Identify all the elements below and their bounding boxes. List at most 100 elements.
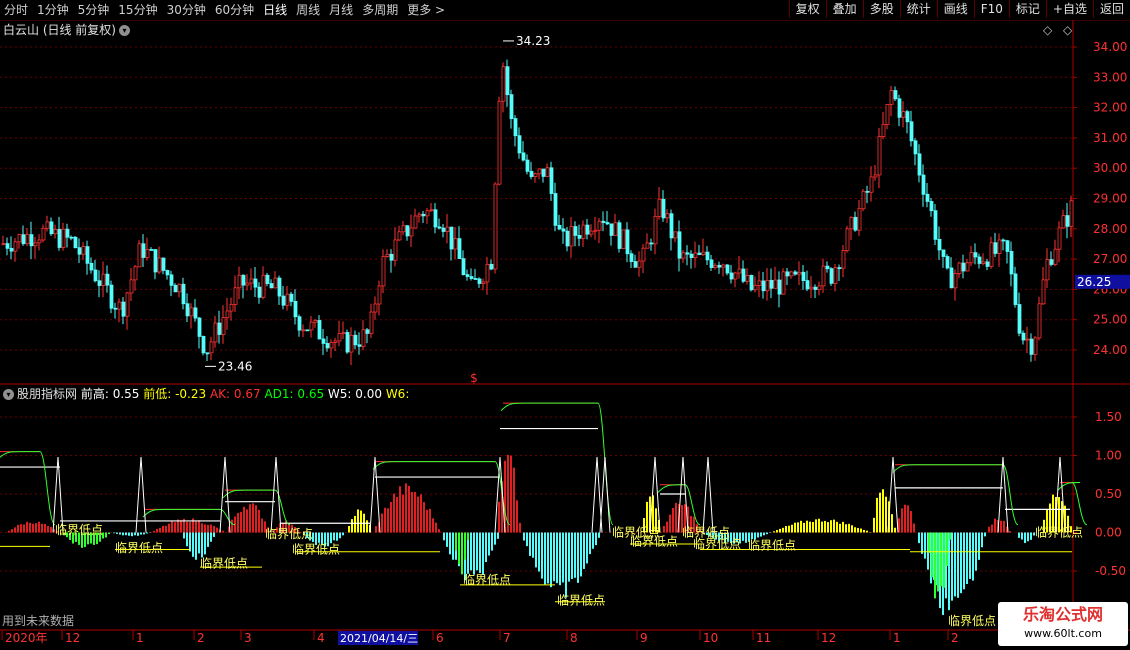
- w5-spike: [219, 457, 231, 533]
- candle-body: [865, 190, 870, 193]
- period-tab-8[interactable]: 月线: [325, 0, 358, 20]
- candle-body: [561, 228, 566, 232]
- histogram-bar: [449, 532, 451, 555]
- period-tab-0[interactable]: 分时: [0, 0, 33, 20]
- candle-body: [957, 262, 962, 274]
- histogram-bar: [1024, 532, 1026, 544]
- candle-body: [317, 320, 322, 340]
- critical-low-label: 临界低点: [748, 539, 796, 553]
- histogram-bar: [354, 515, 356, 533]
- histogram-bar: [146, 532, 148, 534]
- candle-body: [917, 153, 922, 176]
- histogram-bar: [891, 514, 893, 533]
- histogram-bar: [565, 532, 567, 598]
- action-button-6[interactable]: 标记: [1008, 0, 1046, 18]
- histogram-bar: [960, 532, 962, 594]
- histogram-bar: [921, 532, 923, 554]
- histogram-bar: [201, 523, 203, 533]
- action-button-5[interactable]: F10: [973, 0, 1009, 18]
- candle-body: [337, 333, 342, 342]
- histogram-bar: [882, 489, 884, 533]
- candle-body: [1025, 338, 1030, 341]
- candle-body: [877, 136, 882, 176]
- histogram-bar: [333, 532, 335, 541]
- histogram-bar: [913, 523, 915, 533]
- period-tab-9[interactable]: 多周期: [358, 0, 403, 20]
- dollar-marker: $: [470, 371, 478, 385]
- histogram-bar: [485, 532, 487, 563]
- histogram-bar: [924, 532, 926, 559]
- indicator-panel-header: ▾ 股朋指标网 前高: 0.55 前低: -0.23 AK: 0.67 AD1: …: [3, 386, 409, 402]
- candle-body: [753, 284, 758, 291]
- candle-body: [621, 229, 626, 249]
- histogram-bar: [954, 532, 956, 597]
- candle-body: [81, 246, 86, 255]
- time-axis-label: 2: [951, 631, 959, 645]
- period-tab-4[interactable]: 30分钟: [163, 0, 211, 20]
- candle-body: [261, 274, 266, 298]
- candle-body: [981, 261, 986, 264]
- histogram-bar: [396, 496, 398, 533]
- histogram-bar: [863, 529, 865, 533]
- candle-body: [41, 227, 46, 241]
- histogram-bar: [769, 532, 771, 534]
- top-toolbar: 分时 1分钟 5分钟 15分钟 30分钟 60分钟 日线 周线 月线 多周期 更多 > 复权 叠加 多股…: [0, 0, 1130, 21]
- watermark-logo: 乐淘公式网 www.60lt.com: [998, 602, 1128, 646]
- candle-body: [941, 249, 946, 257]
- histogram-bar: [23, 524, 25, 533]
- period-tab-7[interactable]: 周线: [292, 0, 325, 20]
- candle-body: [1017, 304, 1022, 334]
- future-data-note: 用到未来数据: [2, 614, 75, 628]
- candle-body: [449, 226, 454, 250]
- histogram-bar: [446, 532, 448, 547]
- histogram-bar: [137, 532, 139, 536]
- candle-body: [581, 224, 586, 239]
- action-button-8[interactable]: 返回: [1092, 0, 1130, 18]
- candle-body: [97, 280, 102, 286]
- price-tick-label: 32.00: [1093, 101, 1127, 115]
- action-button-4[interactable]: 画线: [936, 0, 974, 18]
- histogram-bar: [773, 531, 775, 533]
- price-panel-header: 白云山 (日线 前复权) ▾: [3, 22, 130, 38]
- action-button-2[interactable]: 多股: [862, 0, 900, 18]
- candle-body: [45, 221, 50, 229]
- histogram-bar: [44, 524, 46, 533]
- chevron-down-icon[interactable]: ▾: [3, 389, 14, 400]
- period-tab-6[interactable]: 日线: [259, 0, 292, 20]
- candle-body: [245, 282, 250, 286]
- candle-body: [493, 183, 498, 270]
- action-button-7[interactable]: +自选: [1045, 0, 1093, 18]
- candle-body: [593, 229, 598, 232]
- histogram-bar: [216, 527, 218, 533]
- histogram-bar: [760, 532, 762, 537]
- candle-body: [305, 329, 310, 332]
- candle-body: [857, 208, 862, 231]
- action-button-0[interactable]: 复权: [788, 0, 826, 18]
- candle-body: [893, 90, 898, 100]
- period-tab-3[interactable]: 15分钟: [114, 0, 162, 20]
- histogram-bar: [470, 532, 472, 571]
- histogram-bar: [885, 496, 887, 533]
- chevron-down-icon[interactable]: ▾: [119, 25, 130, 36]
- period-tab-1[interactable]: 1分钟: [33, 0, 74, 20]
- candle-body: [945, 256, 950, 269]
- histogram-bar: [143, 532, 145, 535]
- candle-body: [1029, 338, 1034, 355]
- indicator-value-0: 前高: 0.55: [80, 387, 140, 401]
- period-tab-2[interactable]: 5分钟: [74, 0, 115, 20]
- histogram-bar: [174, 522, 176, 533]
- period-tab-5[interactable]: 60分钟: [211, 0, 259, 20]
- histogram-bar: [763, 532, 765, 536]
- candle-body: [177, 283, 182, 293]
- histogram-bar: [745, 532, 747, 543]
- period-tab-10[interactable]: 更多 >: [403, 0, 450, 20]
- candle-body: [565, 230, 570, 247]
- candle-body: [469, 276, 474, 279]
- candle-body: [397, 231, 402, 241]
- histogram-bar: [360, 510, 362, 533]
- action-button-1[interactable]: 叠加: [825, 0, 863, 18]
- indicator-value-4: W5: 0.00: [324, 387, 382, 401]
- histogram-bar: [934, 532, 936, 599]
- action-button-3[interactable]: 统计: [899, 0, 937, 18]
- histogram-bar: [839, 523, 841, 533]
